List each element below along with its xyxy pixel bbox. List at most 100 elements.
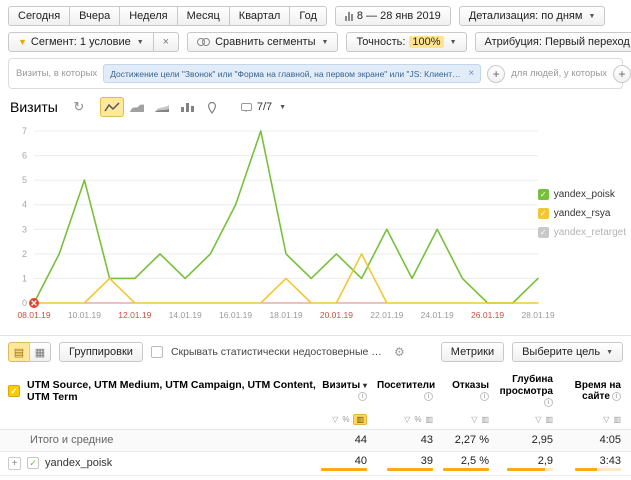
chevron-down-icon: ▼ bbox=[322, 39, 329, 46]
refresh-icon[interactable]: ↻ bbox=[67, 97, 91, 117]
metrics-button[interactable]: Метрики bbox=[441, 342, 504, 362]
line-chart-button[interactable] bbox=[100, 97, 124, 117]
bar-view-icon[interactable]: ▥ bbox=[353, 414, 367, 425]
legend-label: yandex_poisk bbox=[554, 189, 615, 200]
select-all-checkbox[interactable]: ✓ bbox=[8, 385, 20, 397]
add-people-condition-button[interactable]: + bbox=[613, 65, 631, 83]
segment-dropdown[interactable]: ▼ Сегмент: 1 условие ▼ bbox=[8, 32, 154, 52]
area-chart-button[interactable] bbox=[125, 97, 149, 117]
percent-view-icon[interactable]: % bbox=[342, 415, 349, 424]
compare-segments-icon bbox=[197, 38, 211, 47]
legend-label: yandex_retarget bbox=[554, 227, 626, 238]
range-week-button[interactable]: Неделя bbox=[119, 6, 177, 26]
column-filter-icon[interactable]: ▽ bbox=[332, 415, 338, 424]
info-icon[interactable]: i bbox=[544, 398, 553, 407]
legend-checkbox[interactable]: ✓ bbox=[538, 208, 549, 219]
legend-item-yandex-rsya[interactable]: ✓ yandex_rsya bbox=[538, 208, 626, 219]
segment-filter-panel: Визиты, в которых Достижение цели "Звоно… bbox=[8, 58, 623, 89]
table-header-row: ✓ UTM Source, UTM Medium, UTM Campaign, … bbox=[0, 368, 631, 412]
detalization-label: Детализация: по дням bbox=[469, 10, 583, 22]
percent-view-icon[interactable]: % bbox=[414, 415, 421, 424]
yandex-metrica-dashboard: Сегодня Вчера Неделя Месяц Квартал Год 8… bbox=[0, 0, 631, 480]
comment-bubble-icon bbox=[241, 103, 252, 111]
filters-bounce: ▽ ▥ bbox=[443, 415, 499, 424]
groupings-button[interactable]: Группировки bbox=[59, 342, 143, 362]
column-header-visits[interactable]: Визиты ▾i bbox=[319, 380, 377, 403]
column-header-bounce[interactable]: Отказыi bbox=[443, 380, 499, 403]
goal-select-dropdown[interactable]: Выберите цель ▼ bbox=[512, 342, 623, 362]
hide-insignificant-checkbox[interactable] bbox=[151, 346, 163, 358]
legend-item-yandex-retarget[interactable]: ✓ yandex_retarget bbox=[538, 227, 626, 238]
svg-text:4: 4 bbox=[22, 200, 27, 210]
column-filter-icon[interactable]: ▽ bbox=[471, 415, 477, 424]
compare-segments-dropdown[interactable]: Сравнить сегменты ▼ bbox=[187, 32, 338, 52]
comments-toggle[interactable]: 7/7 ▼ bbox=[233, 97, 294, 117]
view-switcher: ▤ ▦ bbox=[8, 342, 51, 362]
column-filter-icon[interactable]: ▽ bbox=[404, 415, 410, 424]
chart-title: Визиты bbox=[10, 99, 58, 115]
svg-text:6: 6 bbox=[22, 151, 27, 161]
date-picker-button[interactable]: 8 — 28 янв 2019 bbox=[335, 6, 451, 26]
segment-button-group: ▼ Сегмент: 1 условие ▼ × bbox=[8, 32, 179, 52]
range-quarter-button[interactable]: Квартал bbox=[229, 6, 291, 26]
row-checkbox[interactable]: ✓ bbox=[27, 457, 39, 469]
bar-chart-icon bbox=[345, 11, 353, 21]
cell-time: 3:43 bbox=[600, 455, 621, 467]
chart-type-switcher bbox=[100, 97, 224, 117]
attribution-dropdown[interactable]: Атрибуция: Первый переход ▼ bbox=[475, 32, 631, 52]
legend-checkbox[interactable]: ✓ bbox=[538, 189, 549, 200]
row-label[interactable]: yandex_poisk bbox=[45, 457, 112, 469]
segment-clear-button[interactable]: × bbox=[153, 32, 179, 52]
tree-view-button[interactable]: ▦ bbox=[29, 342, 51, 362]
range-year-button[interactable]: Год bbox=[289, 6, 327, 26]
list-view-button[interactable]: ▤ bbox=[8, 342, 30, 362]
precision-label: Точность: bbox=[356, 36, 405, 48]
bar-view-icon[interactable]: ▥ bbox=[545, 415, 553, 424]
column-header-time[interactable]: Время на сайтеi bbox=[563, 380, 631, 403]
info-icon[interactable]: i bbox=[424, 392, 433, 401]
bar-view-icon[interactable]: ▥ bbox=[613, 415, 621, 424]
expand-row-button[interactable]: + bbox=[8, 457, 21, 470]
table-row: + ✓ yandex_poisk 40 39 2,5 % 2,9 3:43 bbox=[0, 452, 631, 476]
precision-dropdown[interactable]: Точность: 100% ▼ bbox=[346, 32, 466, 52]
bar-view-icon[interactable]: ▥ bbox=[425, 415, 433, 424]
bar-chart-button[interactable] bbox=[175, 97, 199, 117]
comments-count: 7/7 bbox=[257, 101, 272, 113]
check-icon: ✓ bbox=[540, 190, 547, 199]
range-yesterday-button[interactable]: Вчера bbox=[69, 6, 120, 26]
goal-filter-chip[interactable]: Достижение цели "Звонок" или "Форма на г… bbox=[103, 64, 481, 83]
check-icon: ✓ bbox=[540, 209, 547, 218]
svg-text:2: 2 bbox=[22, 249, 27, 259]
info-icon[interactable]: i bbox=[358, 392, 367, 401]
filters-time: ▽ ▥ bbox=[563, 415, 631, 424]
range-today-button[interactable]: Сегодня bbox=[8, 6, 70, 26]
column-filter-icon[interactable]: ▽ bbox=[603, 415, 609, 424]
funnel-icon: ▼ bbox=[18, 37, 27, 47]
segment-label: Сегмент: 1 условие bbox=[31, 36, 131, 48]
goal-filter-text: Достижение цели "Звонок" или "Форма на г… bbox=[110, 69, 462, 79]
add-visit-condition-button[interactable]: + bbox=[487, 65, 505, 83]
close-icon: × bbox=[163, 36, 169, 48]
column-header-depth[interactable]: Глубина просмотраi bbox=[499, 374, 563, 409]
table-controls: ▤ ▦ Группировки Скрывать статистически н… bbox=[0, 336, 631, 368]
stacked-chart-button[interactable] bbox=[150, 97, 174, 117]
legend-checkbox[interactable]: ✓ bbox=[538, 227, 549, 238]
range-month-button[interactable]: Месяц bbox=[177, 6, 230, 26]
detalization-dropdown[interactable]: Детализация: по дням ▼ bbox=[459, 6, 606, 26]
attribution-label: Атрибуция: Первый переход bbox=[485, 36, 630, 48]
chevron-down-icon: ▼ bbox=[450, 39, 457, 46]
info-icon[interactable]: i bbox=[480, 392, 489, 401]
visits-line-chart[interactable]: 0123456708.01.1910.01.1912.01.1914.01.19… bbox=[0, 117, 631, 329]
info-icon[interactable]: i bbox=[612, 392, 621, 401]
column-header-visitors[interactable]: Посетителиi bbox=[377, 380, 443, 403]
legend-item-yandex-poisk[interactable]: ✓ yandex_poisk bbox=[538, 189, 626, 200]
value-bar bbox=[321, 468, 367, 471]
column-filter-icon[interactable]: ▽ bbox=[535, 415, 541, 424]
gear-icon[interactable]: ⚙ bbox=[394, 345, 405, 359]
svg-text:1: 1 bbox=[22, 273, 27, 283]
totals-visits: 44 bbox=[355, 434, 367, 446]
map-pin-button[interactable] bbox=[200, 97, 224, 117]
chip-remove-icon[interactable]: × bbox=[468, 68, 474, 79]
bar-view-icon[interactable]: ▥ bbox=[481, 415, 489, 424]
filters-depth: ▽ ▥ bbox=[499, 415, 563, 424]
